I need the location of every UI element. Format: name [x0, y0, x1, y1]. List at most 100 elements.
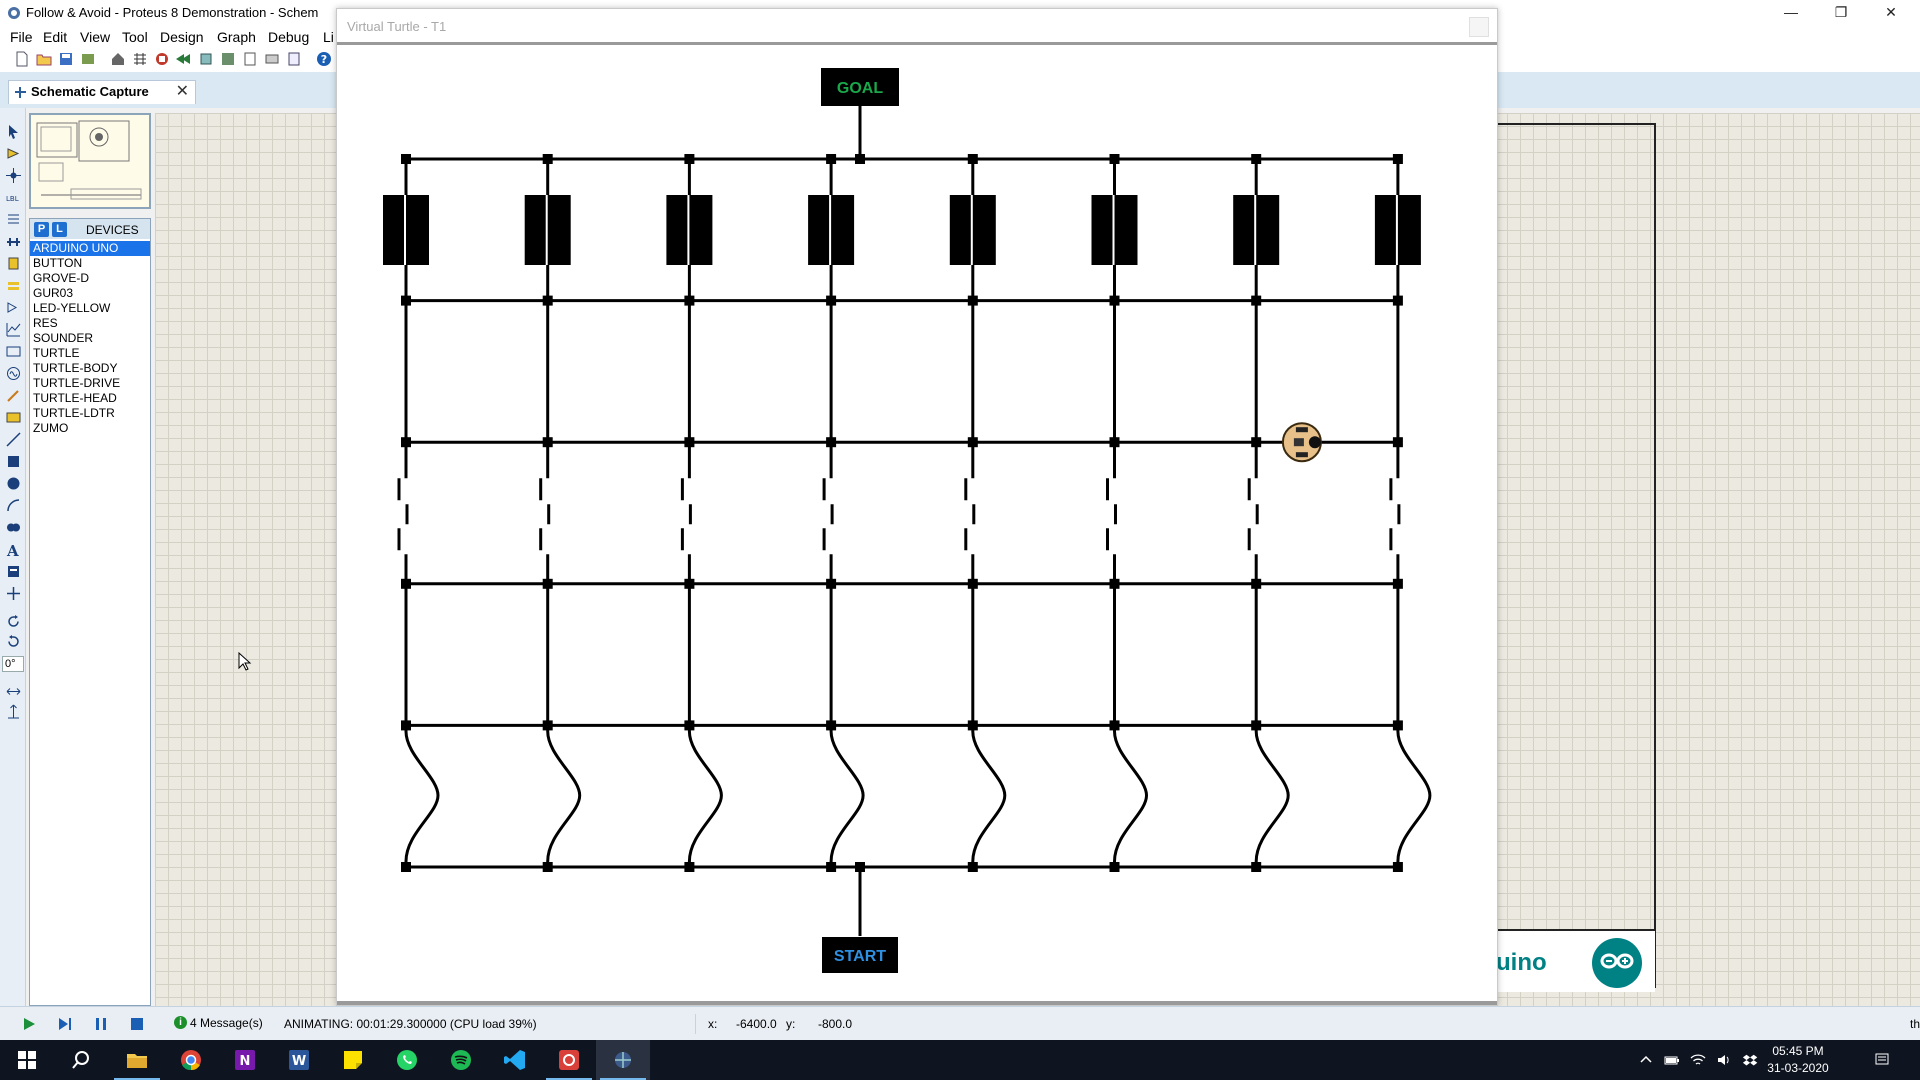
ares-icon[interactable]: [220, 51, 236, 67]
circle-tool-icon[interactable]: [6, 476, 21, 491]
search-button[interactable]: [54, 1040, 108, 1080]
pick-devices-button[interactable]: P: [34, 222, 49, 237]
path-tool-icon[interactable]: [6, 520, 21, 535]
rotate-anticlockwise-icon[interactable]: [6, 634, 21, 649]
text-tool-icon[interactable]: A: [6, 542, 21, 557]
taskbar-onenote[interactable]: N: [218, 1040, 272, 1080]
document-icon[interactable]: [286, 51, 302, 67]
start-button[interactable]: [0, 1040, 54, 1080]
junction-mode-icon[interactable]: [6, 168, 21, 183]
restore-button[interactable]: ❐: [1816, 0, 1866, 26]
step-icon[interactable]: [58, 1017, 72, 1031]
box-tool-icon[interactable]: [6, 454, 21, 469]
overview-window[interactable]: [29, 113, 151, 209]
save-icon[interactable]: [58, 51, 74, 67]
graph-mode-icon[interactable]: [6, 322, 21, 337]
menu-design[interactable]: Design: [160, 29, 204, 45]
taskbar-chrome[interactable]: [164, 1040, 218, 1080]
stop-icon[interactable]: [130, 1017, 144, 1031]
terminals-icon[interactable]: [6, 278, 21, 293]
notifications-icon[interactable]: [1874, 1052, 1890, 1068]
menu-view[interactable]: View: [80, 29, 110, 45]
close-tab-icon[interactable]: ✕: [176, 81, 189, 103]
device-list-item[interactable]: TURTLE: [30, 346, 150, 361]
text-script-icon[interactable]: [6, 212, 21, 227]
battery-icon[interactable]: [1664, 1052, 1680, 1068]
taskbar-word[interactable]: W: [272, 1040, 326, 1080]
rotation-angle-field[interactable]: 0°: [2, 656, 24, 672]
menu-graph[interactable]: Graph: [217, 29, 256, 45]
virtual-turtle-title: Virtual Turtle - T1: [347, 19, 447, 34]
device-list-item[interactable]: BUTTON: [30, 256, 150, 271]
clock-date[interactable]: 31-03-2020: [1760, 1061, 1836, 1075]
device-list-item[interactable]: RES: [30, 316, 150, 331]
stop-record-icon[interactable]: [154, 51, 170, 67]
component-icon[interactable]: [198, 51, 214, 67]
netlist-icon[interactable]: [132, 51, 148, 67]
show-hidden-icons-icon[interactable]: [1638, 1052, 1654, 1068]
device-list-item[interactable]: GROVE-D: [30, 271, 150, 286]
taskbar-spotify[interactable]: [434, 1040, 488, 1080]
device-list-item[interactable]: TURTLE-BODY: [30, 361, 150, 376]
device-list-item[interactable]: LED-YELLOW: [30, 301, 150, 316]
library-manager-button[interactable]: L: [52, 222, 67, 237]
device-list-item[interactable]: TURTLE-DRIVE: [30, 376, 150, 391]
subcircuit-icon[interactable]: [6, 256, 21, 271]
mirror-y-icon[interactable]: [6, 704, 21, 719]
menu-library[interactable]: Li: [323, 29, 334, 45]
home-icon[interactable]: [110, 51, 126, 67]
new-file-icon[interactable]: [14, 51, 30, 67]
play-icon[interactable]: [22, 1017, 36, 1031]
bus-mode-icon[interactable]: [6, 234, 21, 249]
marker-tool-icon[interactable]: [6, 586, 21, 601]
pause-icon[interactable]: [94, 1017, 108, 1031]
volume-icon[interactable]: [1716, 1052, 1732, 1068]
gerber-icon[interactable]: [242, 51, 258, 67]
menu-file[interactable]: File: [10, 29, 33, 45]
taskbar-sticky-notes[interactable]: [326, 1040, 380, 1080]
symbol-tool-icon[interactable]: [6, 564, 21, 579]
clock-time[interactable]: 05:45 PM: [1760, 1044, 1836, 1058]
track-broken: [1106, 442, 1117, 585]
wifi-icon[interactable]: [1690, 1052, 1706, 1068]
taskbar-file-explorer[interactable]: [110, 1040, 164, 1080]
rotate-clockwise-icon[interactable]: [6, 614, 21, 629]
wire-label-icon[interactable]: LBL: [6, 190, 21, 205]
menu-edit[interactable]: Edit: [43, 29, 67, 45]
device-pins-icon[interactable]: [6, 300, 21, 315]
component-mode-icon[interactable]: [6, 146, 21, 161]
virtual-instruments-icon[interactable]: [6, 410, 21, 425]
arduino-logo-icon: [1592, 938, 1642, 988]
virtual-turtle-close-button[interactable]: [1469, 17, 1489, 37]
line-tool-icon[interactable]: [6, 432, 21, 447]
taskbar-proteus[interactable]: [596, 1040, 650, 1080]
device-list-item[interactable]: TURTLE-LDTR: [30, 406, 150, 421]
voltage-probe-icon[interactable]: [6, 388, 21, 403]
tab-schematic-capture[interactable]: Schematic Capture ✕: [8, 80, 196, 104]
device-list-item[interactable]: ARDUINO UNO: [30, 241, 150, 256]
close-button[interactable]: ✕: [1866, 0, 1916, 26]
device-list-item[interactable]: TURTLE-HEAD: [30, 391, 150, 406]
virtual-turtle-title-bar[interactable]: Virtual Turtle - T1: [337, 9, 1497, 45]
rewind-icon[interactable]: [176, 51, 192, 67]
device-list-item[interactable]: GUR03: [30, 286, 150, 301]
taskbar-whatsapp[interactable]: [380, 1040, 434, 1080]
selection-mode-icon[interactable]: [6, 124, 21, 139]
menu-tool[interactable]: Tool: [122, 29, 148, 45]
tape-recorder-icon[interactable]: [6, 344, 21, 359]
taskbar-proteus-isis[interactable]: [542, 1040, 596, 1080]
dropbox-icon[interactable]: [1742, 1052, 1758, 1068]
mirror-x-icon[interactable]: [6, 684, 21, 699]
bom-icon[interactable]: [264, 51, 280, 67]
open-folder-icon[interactable]: [36, 51, 52, 67]
arc-tool-icon[interactable]: [6, 498, 21, 513]
minimize-button[interactable]: —: [1766, 0, 1816, 26]
device-list-item[interactable]: ZUMO: [30, 421, 150, 436]
message-count[interactable]: i 4 Message(s): [170, 1014, 267, 1032]
import-icon[interactable]: [80, 51, 96, 67]
device-list-item[interactable]: SOUNDER: [30, 331, 150, 346]
help-icon[interactable]: ?: [316, 51, 332, 67]
menu-debug[interactable]: Debug: [268, 29, 309, 45]
taskbar-vscode[interactable]: [488, 1040, 542, 1080]
generator-icon[interactable]: [6, 366, 21, 381]
